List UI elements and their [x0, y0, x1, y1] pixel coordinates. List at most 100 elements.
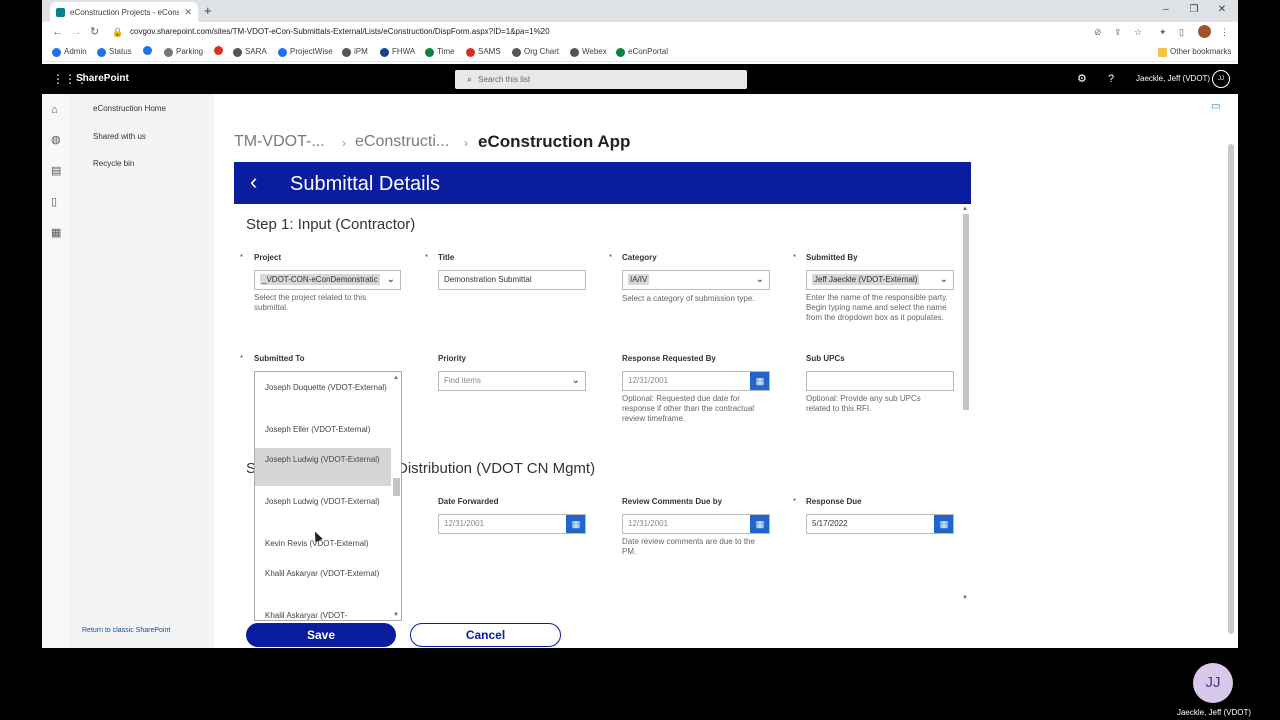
cancel-button[interactable]: Cancel [410, 623, 561, 647]
address-bar[interactable]: covgov.sharepoint.com/sites/TM-VDOT-eCon… [124, 24, 1064, 40]
bookmark-projectwise[interactable]: ProjectWise [278, 46, 333, 58]
close-window-button[interactable]: ✕ [1208, 2, 1236, 18]
dropdown-option[interactable]: Khalil Askaryar (VDOT-External) [255, 568, 391, 579]
form-scrollbar-thumb[interactable] [963, 214, 969, 410]
dropdown-option[interactable]: Joseph Ludwig (VDOT-External) [255, 496, 391, 507]
nav-econstruction-home[interactable]: eConstruction Home [93, 103, 166, 115]
app-rail: ⌂ ◍ ▤ ▯ ▦ [42, 94, 71, 648]
feedback-icon[interactable]: ▭ [1211, 101, 1220, 113]
bookmark-fhwa[interactable]: FHWA [380, 46, 415, 58]
sub-upcs-input[interactable] [806, 371, 954, 391]
lock-icon[interactable]: 🔒 [112, 24, 123, 40]
calendar-icon[interactable]: ▦ [566, 515, 585, 533]
user-avatar[interactable]: JJ [1212, 70, 1230, 88]
date-forwarded-date[interactable]: 12/31/2001 ▦ [438, 514, 586, 534]
breadcrumb-list[interactable]: eConstructi... [355, 132, 449, 152]
dropdown-option[interactable]: Khalil Askaryar (VDOT- [255, 610, 391, 620]
submitted-by-picker[interactable]: Jeff Jaeckle (VDOT-External) ⌄ [806, 270, 954, 290]
scroll-up-icon[interactable]: ▲ [393, 374, 399, 382]
dropdown-option[interactable]: Joseph Duquette (VDOT-External) [255, 382, 391, 393]
tracking-icon[interactable]: ⊘ [1094, 24, 1102, 40]
menu-kebab-icon[interactable]: ⋮ [1220, 24, 1229, 40]
category-dropdown[interactable]: IA/IV ⌄ [622, 270, 770, 290]
title-input[interactable]: Demonstration Submittal [438, 270, 586, 290]
bookmark-blank[interactable] [143, 46, 152, 55]
minimize-button[interactable]: – [1152, 2, 1180, 18]
page-scrollbar-thumb[interactable] [1228, 144, 1234, 634]
user-name[interactable]: Jaeckle, Jeff (VDOT) [1136, 73, 1210, 85]
lists-icon[interactable]: ▦ [51, 227, 61, 239]
dropdown-scrollbar-thumb[interactable] [393, 478, 400, 496]
response-requested-help: Optional: Requested due date for respons… [622, 394, 755, 423]
review-comments-due-label: Review Comments Due by [622, 497, 723, 506]
bookmark-time[interactable]: Time [425, 46, 454, 58]
bookmark-sara[interactable]: SARA [233, 46, 267, 58]
profile-avatar[interactable] [1198, 25, 1211, 38]
scroll-down-icon[interactable]: ▼ [962, 594, 968, 602]
bookmark-parking[interactable]: Parking [164, 46, 203, 58]
bookmark-status[interactable]: Status [97, 46, 132, 58]
return-to-classic-link[interactable]: Return to classic SharePoint [82, 626, 170, 636]
dropdown-option[interactable]: Joseph Eller (VDOT-External) [255, 424, 391, 435]
bookmark-org-chart[interactable]: Org Chart [512, 46, 559, 58]
reload-icon[interactable]: ↻ [90, 24, 99, 40]
document-icon[interactable]: ▯ [51, 196, 57, 208]
restore-button[interactable]: ❐ [1180, 2, 1208, 18]
bookmark-sams[interactable]: SAMS [466, 46, 501, 58]
forward-arrow-icon[interactable]: → [71, 24, 82, 40]
news-icon[interactable]: ▤ [51, 165, 61, 177]
other-bookmarks[interactable]: Other bookmarks [1158, 46, 1231, 58]
scroll-down-icon[interactable]: ▼ [393, 611, 399, 619]
category-value: IA/IV [628, 274, 650, 285]
page-scrollbar[interactable] [1225, 116, 1238, 648]
dropdown-option[interactable]: Kevin Revis (VDOT-External) [255, 538, 391, 549]
globe-icon[interactable]: ◍ [51, 134, 61, 146]
tab-close-icon[interactable]: ✕ [184, 7, 192, 18]
sidepanel-icon[interactable]: ▯ [1179, 24, 1184, 40]
scroll-up-icon[interactable]: ▲ [962, 205, 968, 213]
bookmark-webex[interactable]: Webex [570, 46, 607, 58]
new-tab-button[interactable]: + [204, 3, 212, 19]
chevron-right-icon: › [464, 136, 468, 150]
dropdown-scrollbar[interactable]: ▲ ▼ [391, 372, 401, 620]
response-due-date[interactable]: 5/17/2022 ▦ [806, 514, 954, 534]
bookmark-econportal[interactable]: eConPortal [616, 46, 668, 58]
priority-label: Priority [438, 354, 467, 363]
participant-name: Jaeckle, Jeff (VDOT) [1176, 708, 1252, 717]
nav-recycle-bin[interactable]: Recycle bin [93, 158, 134, 170]
review-comments-due-date[interactable]: 12/31/2001 ▦ [622, 514, 770, 534]
home-icon[interactable]: ⌂ [51, 104, 58, 116]
search-input[interactable]: ⌕ Search this list [455, 70, 747, 89]
bookmark-ipm[interactable]: iPM [342, 46, 368, 58]
extensions-icon[interactable]: ✦ [1159, 24, 1167, 40]
participant-avatar: JJ [1193, 663, 1233, 703]
sub-upcs-help: Optional: Provide any sub UPCs related t… [806, 394, 921, 413]
submitted-to-dropdown-list[interactable]: Joseph Duquette (VDOT-External) Joseph E… [254, 371, 402, 621]
bookmark-pin[interactable] [214, 46, 223, 55]
bookmark-admin[interactable]: Admin [52, 46, 87, 58]
nav-shared-with-us[interactable]: Shared with us [93, 131, 146, 143]
required-marker: * [793, 497, 797, 506]
bookmarks-bar: Admin Status Parking SARA ProjectWise iP… [42, 42, 1238, 62]
dropdown-option-highlighted[interactable]: Joseph Ludwig (VDOT-External) [255, 448, 391, 486]
calendar-icon[interactable]: ▦ [750, 515, 769, 533]
browser-tab[interactable]: eConstruction Projects - eConstr ✕ [50, 2, 198, 22]
breadcrumb-site[interactable]: TM-VDOT-... [234, 132, 325, 152]
sharepoint-suite-bar: ⋮⋮⋮ SharePoint ⌕ Search this list ⚙ ? Jae… [42, 64, 1238, 94]
sharepoint-brand[interactable]: SharePoint [76, 72, 129, 86]
back-arrow-icon[interactable]: ← [52, 24, 63, 40]
gear-icon[interactable]: ⚙ [1077, 72, 1087, 86]
save-button[interactable]: Save [246, 623, 396, 647]
calendar-icon[interactable]: ▦ [750, 372, 769, 390]
priority-dropdown[interactable]: Find items ⌄ [438, 371, 586, 391]
required-marker: * [240, 354, 244, 363]
help-icon[interactable]: ? [1108, 72, 1114, 86]
calendar-icon[interactable]: ▦ [934, 515, 953, 533]
back-chevron-icon[interactable]: ‹ [250, 169, 257, 195]
bookmark-star-icon[interactable]: ☆ [1134, 24, 1142, 40]
date-forwarded-label: Date Forwarded [438, 497, 499, 506]
form-scrollbar[interactable]: ▲ ▼ [961, 204, 971, 604]
share-icon[interactable]: ⇪ [1114, 24, 1122, 40]
project-dropdown[interactable]: _VDOT-CON-eConDemonstratic ⌄ [254, 270, 401, 290]
response-requested-date[interactable]: 12/31/2001 ▦ [622, 371, 770, 391]
